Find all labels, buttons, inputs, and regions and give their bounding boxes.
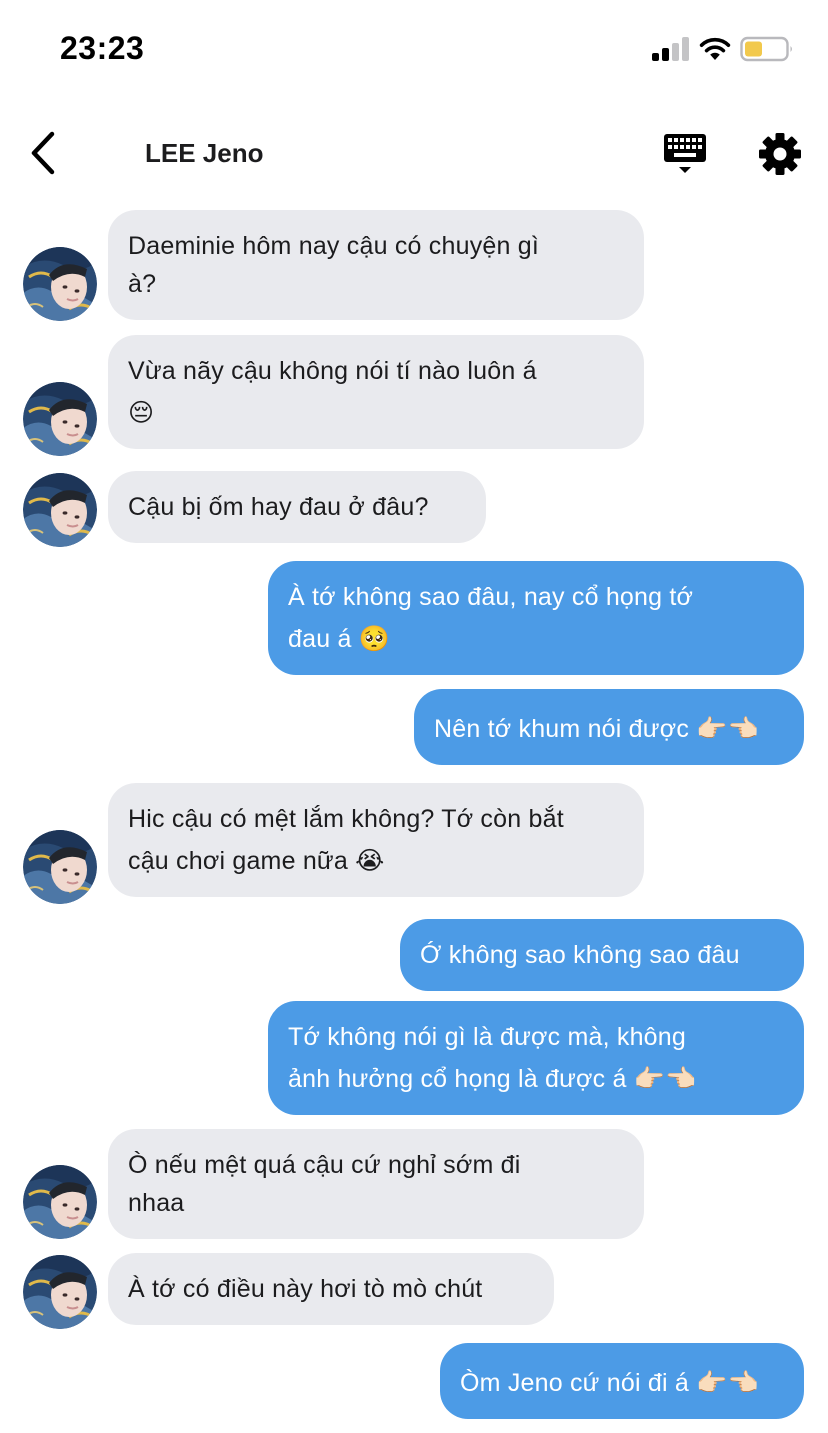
keyboard-button[interactable] <box>660 130 710 176</box>
outgoing-message[interactable]: Òm Jeno cứ nói đi á 👉🏻👈🏻 <box>440 1343 804 1419</box>
message-line: Hic cậu có mệt lắm không? Tớ còn bắt <box>128 805 564 833</box>
keyboard-icon <box>664 134 706 173</box>
message-line: Tớ không nói gì là được mà, không <box>288 1023 686 1051</box>
outgoing-message[interactable]: Nên tớ khum nói được 👉🏻👈🏻 <box>414 689 804 765</box>
message-line: ảnh hưởng cổ họng là được á 👉🏻👈🏻 <box>288 1065 697 1093</box>
outgoing-message[interactable]: Tớ không nói gì là được mà, không ảnh hư… <box>268 1001 804 1115</box>
message-line: nhaa <box>128 1189 185 1217</box>
message-line: Nên tớ khum nói được 👉🏻👈🏻 <box>434 715 759 743</box>
back-button[interactable] <box>22 128 66 178</box>
message-line: cậu chơi game nữa 😭 <box>128 847 385 875</box>
message-line: Ớ không sao không sao đâu <box>420 941 740 969</box>
message-line: Cậu bị ốm hay đau ở đâu? <box>128 493 429 521</box>
message-line: Òm Jeno cứ nói đi á 👉🏻👈🏻 <box>460 1369 759 1397</box>
message-line: 😔 <box>128 399 155 427</box>
contact-avatar[interactable] <box>23 1255 97 1329</box>
status-bar: 23:23 <box>0 0 828 100</box>
status-time: 23:23 <box>60 30 145 66</box>
cellular-signal-icon <box>652 37 690 61</box>
contact-avatar[interactable] <box>23 382 97 456</box>
incoming-message[interactable]: Hic cậu có mệt lắm không? Tớ còn bắt cậu… <box>108 783 644 897</box>
incoming-message[interactable]: Daeminie hôm nay cậu có chuyện gì à? <box>108 210 644 320</box>
battery-icon <box>740 36 792 62</box>
incoming-message[interactable]: À tớ có điều này hơi tò mò chút <box>108 1253 554 1325</box>
contact-avatar[interactable] <box>23 1165 97 1239</box>
gear-icon <box>759 133 801 175</box>
message-line: À tớ không sao đâu, nay cổ họng tớ <box>288 583 694 611</box>
message-line: à? <box>128 270 157 298</box>
incoming-message[interactable]: Cậu bị ốm hay đau ở đâu? <box>108 471 486 543</box>
chat-header: LEE Jeno <box>0 110 828 198</box>
incoming-message[interactable]: Vừa nãy cậu không nói tí nào luôn á 😔 <box>108 335 644 449</box>
message-line: À tớ có điều này hơi tò mò chút <box>128 1275 483 1303</box>
outgoing-message[interactable]: À tớ không sao đâu, nay cổ họng tớ đau á… <box>268 561 804 675</box>
outgoing-message[interactable]: Ớ không sao không sao đâu <box>400 919 804 991</box>
message-line: Vừa nãy cậu không nói tí nào luôn á <box>128 357 537 385</box>
contact-avatar[interactable] <box>23 830 97 904</box>
message-line: đau á 🥺 <box>288 625 391 653</box>
message-line: Daeminie hôm nay cậu có chuyện gì <box>128 232 539 260</box>
contact-name: LEE Jeno <box>145 138 264 168</box>
contact-avatar[interactable] <box>23 247 97 321</box>
chevron-left-icon <box>31 131 55 175</box>
contact-avatar[interactable] <box>23 473 97 547</box>
settings-button[interactable] <box>756 130 804 178</box>
wifi-icon <box>699 37 731 60</box>
message-line: Ò nếu mệt quá cậu cứ nghỉ sớm đi <box>128 1151 521 1179</box>
incoming-message[interactable]: Ò nếu mệt quá cậu cứ nghỉ sớm đi nhaa <box>108 1129 644 1239</box>
